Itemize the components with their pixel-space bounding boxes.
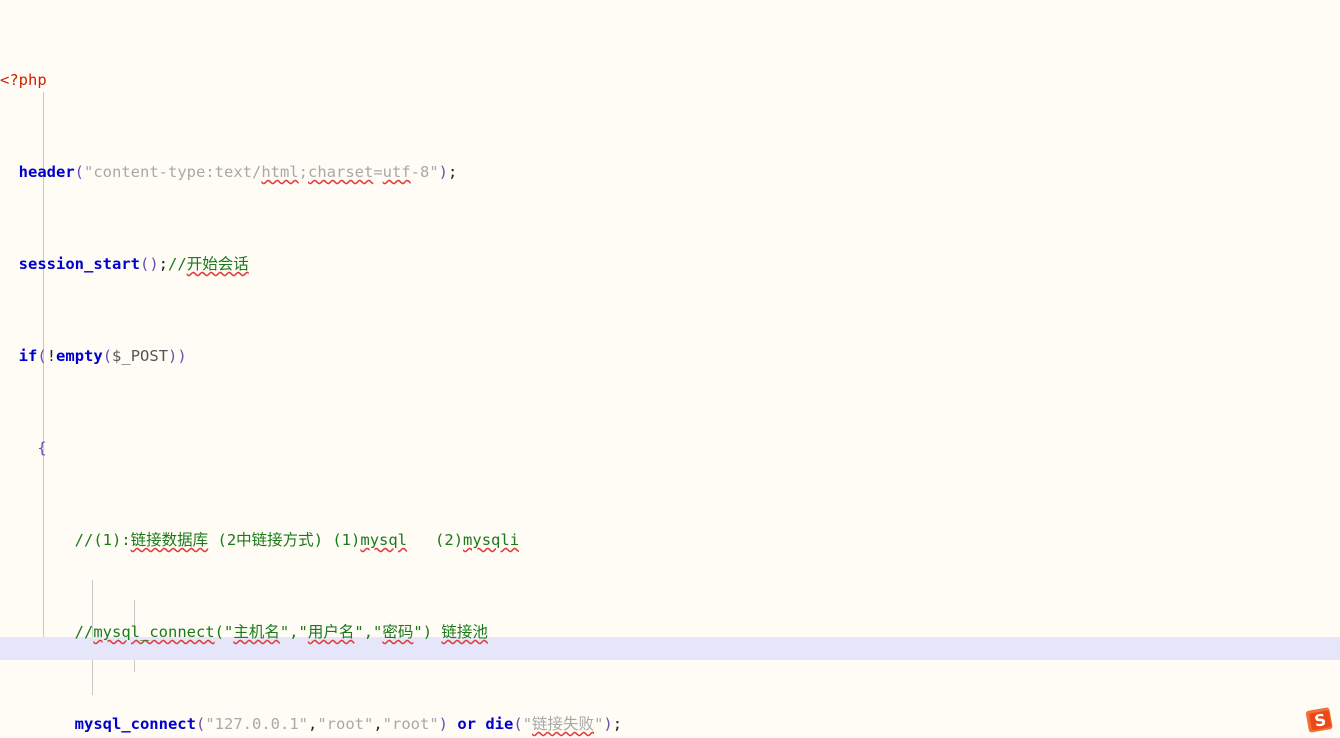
code-line-2[interactable]: header("content-type:text/html;charset=u… [0,161,1340,184]
code-line-5[interactable]: { [0,437,1340,460]
code-line-6[interactable]: //(1):链接数据库 (2中链接方式) (1)mysql (2)mysqli [0,529,1340,552]
code-editor[interactable]: <?php header("content-type:text/html;cha… [0,0,1340,738]
code-line-3[interactable]: session_start();//开始会话 [0,253,1340,276]
code-line-8[interactable]: mysql_connect("127.0.0.1","root","root")… [0,713,1340,736]
sogou-ime-logo-icon: S [1305,707,1333,733]
code-line-1[interactable]: <?php [0,69,1340,92]
code-line-7[interactable]: //mysql_connect("主机名","用户名","密码") 链接池 [0,621,1340,644]
code-line-4[interactable]: if(!empty($_POST)) [0,345,1340,368]
code-text[interactable]: <?php header("content-type:text/html;cha… [0,0,1340,738]
